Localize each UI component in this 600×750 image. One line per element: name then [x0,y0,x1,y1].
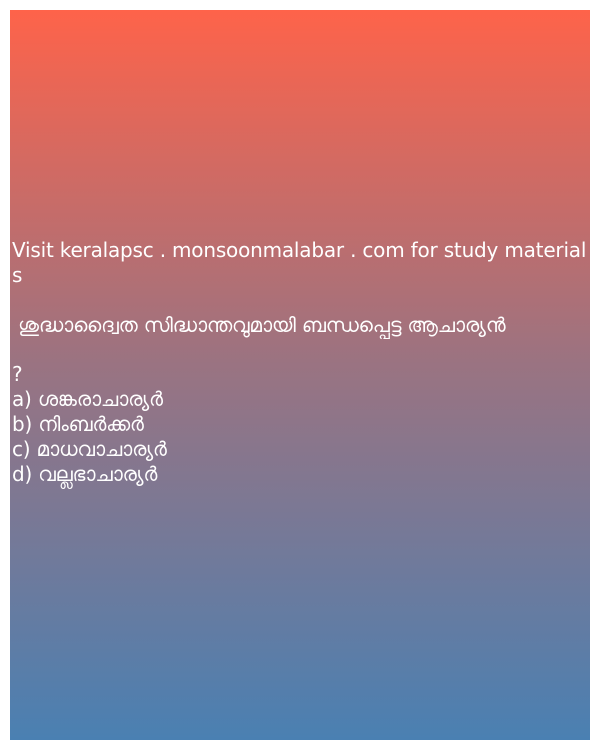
option-a: a) ശങ്കരാചാര്യർ [12,387,163,411]
promo-text: Visit keralapsc . monsoonmalabar . com f… [12,238,587,287]
question-mark: ? [12,362,23,386]
option-b: b) നിംബർക്കർ [12,412,144,436]
question-card: Visit keralapsc . monsoonmalabar . com f… [10,10,590,740]
option-d: d) വല്ലഭാചാര്യർ [12,462,158,486]
question-text-block: Visit keralapsc . monsoonmalabar . com f… [12,238,588,487]
question-text: ശുദ്ധാദ്വൈത സിദ്ധാന്തവുമായി ബന്ധപ്പെട്ട … [12,313,506,337]
option-c: c) മാധവാചാര്യർ [12,437,167,461]
